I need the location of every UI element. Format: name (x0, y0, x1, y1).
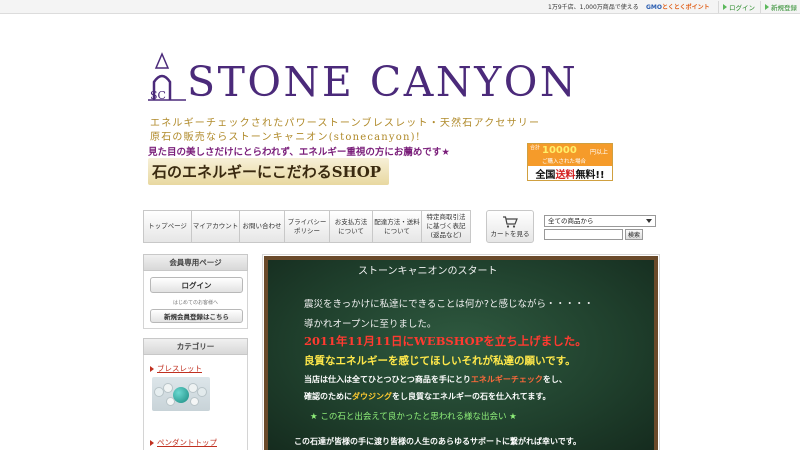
board-line-2: 導かれオープンに至りました。 (304, 319, 437, 330)
board-line-5a: 当店は仕入は全てひとつひとつ商品を手にとり (304, 375, 471, 384)
board-line-6: 確認のためにダウジングをし良質なエネルギーの石を仕入れてます。 (304, 391, 551, 402)
top-register-label: 新規登録 (771, 4, 797, 12)
promo-text: 1万9千店、1,000万商品で使える (548, 4, 639, 11)
bead (166, 397, 175, 406)
shipping-free-text: 全国送料無料!! (528, 166, 612, 181)
site-logo-text[interactable]: STONE CANYON (187, 62, 578, 103)
arrow-right-icon (765, 4, 769, 10)
shipping-free-a: 全国 (535, 170, 556, 181)
view-cart-label: カートを見る (490, 229, 530, 238)
gmo-logo-text: GMO (646, 4, 662, 11)
arrow-right-icon (723, 4, 727, 10)
category-label-bracelet: ブレスレット (157, 364, 202, 373)
shop-banner: 石のエネルギーにこだわるSHOP (148, 158, 390, 185)
board-line-8: この石達が皆様の手に渡り皆様の人生のあらゆるサポートに繋がれば幸いです。 (294, 437, 581, 446)
bead-turquoise (173, 387, 189, 403)
nav-privacy-policy[interactable]: プライバシー ポリシー (284, 210, 329, 243)
board-line-5: 当店は仕入は全てひとつひとつ商品を手にとりエネルギーチェックをし、 (304, 374, 567, 385)
tagline-energy: 見た目の美しさだけにとらわれず、エネルギー重視の方にお薦めです★ (148, 147, 450, 158)
shipping-amount: 10000 (542, 145, 577, 156)
board-title: ストーンキャニオンのスタート (358, 266, 498, 277)
board-line-3-launch: 2011年11月11日にWEBSHOPを立ち上げました。 (304, 334, 587, 348)
triangle-right-icon (150, 365, 154, 372)
search-button[interactable]: 検索 (625, 229, 643, 240)
board-line-5c: をし、 (542, 375, 567, 384)
view-cart-button[interactable]: カートを見る (486, 210, 534, 243)
logo-mark-letters: SC (150, 89, 166, 102)
shipping-condition-area: 合計 10000 円以上 ご購入された場合 (528, 144, 612, 166)
top-login-label: ログイン (729, 4, 755, 12)
free-shipping-banner[interactable]: 合計 10000 円以上 ご購入された場合 全国送料無料!! (527, 143, 613, 181)
board-line-6b-dowsing: ダウジング (352, 392, 392, 401)
shipping-free-c: 無料!! (575, 170, 605, 181)
shipping-unit: 円以上 (590, 149, 609, 156)
top-login-link[interactable]: ログイン (718, 1, 755, 13)
board-line-6c: をし良質なエネルギーの石を仕入れてます。 (392, 392, 551, 401)
top-utility-bar: 1万9千店、1,000万商品で使える GMOとくとくポイント ログイン 新規登録 (0, 0, 800, 14)
gmo-point-text: とくとくポイント (662, 4, 710, 11)
board-line-5b-energy-check: エネルギーチェック (470, 375, 543, 384)
stone-canyon-logo-mark[interactable]: SC (146, 52, 188, 104)
nav-commercial-law[interactable]: 特定商取引法 に基づく表記 (返品など) (421, 210, 471, 243)
category-label-pendant: ペンダントトップ (157, 438, 217, 447)
top-register-link[interactable]: 新規登録 (760, 1, 797, 13)
nav-payment-methods[interactable]: お支払方法 について (329, 210, 372, 243)
category-link-bracelet[interactable]: ブレスレット (150, 363, 202, 374)
tagline-primary: エネルギーチェックされたパワーストーンブレスレット・天然石アクセサリー (150, 118, 541, 129)
nav-delivery-shipping[interactable]: 配達方法・送料 について (372, 210, 421, 243)
triangle-right-icon (150, 439, 154, 446)
sidebar-login-button[interactable]: ログイン (150, 277, 243, 293)
bracelet-thumbnail[interactable] (152, 377, 210, 411)
bead (163, 383, 173, 393)
search-category-value: 全ての商品から (548, 217, 594, 225)
first-time-note: はじめてのお客様へ (172, 300, 218, 306)
search-category-select[interactable]: 全ての商品から (544, 215, 656, 227)
shipping-condition: ご購入された場合 (542, 159, 587, 165)
bead (190, 397, 199, 406)
new-member-register-button[interactable]: 新規会員登録はこちら (150, 309, 243, 323)
chevron-down-icon (646, 219, 652, 223)
logo-crystal-top (154, 52, 170, 69)
category-link-pendant[interactable]: ペンダントトップ (150, 437, 217, 448)
shipping-prefix: 合計 (530, 145, 541, 151)
board-line-4-wish: 良質なエネルギーを感じてほしいそれが私達の願いです。 (304, 355, 576, 367)
nav-top-page[interactable]: トップページ (143, 210, 191, 243)
bead (197, 387, 207, 397)
search-input[interactable] (544, 229, 623, 240)
nav-contact[interactable]: お問い合わせ (239, 210, 284, 243)
shipping-free-b: 送料 (555, 170, 576, 181)
board-line-6a: 確認のために (304, 392, 352, 401)
board-line-7: ★ この石と出会えて良かったと思われる様な出会い ★ (310, 412, 517, 422)
board-line-1: 震災をきっかけに私達にできることは何か?と感じながら・・・・・ (304, 299, 594, 310)
gmo-point-logo[interactable]: GMOとくとくポイント (646, 2, 710, 11)
member-page-header: 会員専用ページ (143, 254, 248, 271)
tagline-secondary: 原石の販売ならストーンキャニオン(stonecanyon)! (150, 132, 421, 143)
cart-icon (503, 215, 518, 228)
main-nav: トップページ マイアカウント お問い合わせ プライバシー ポリシー お支払方法 … (143, 210, 471, 243)
category-header: カテゴリー (143, 338, 248, 355)
nav-my-account[interactable]: マイアカウント (191, 210, 239, 243)
